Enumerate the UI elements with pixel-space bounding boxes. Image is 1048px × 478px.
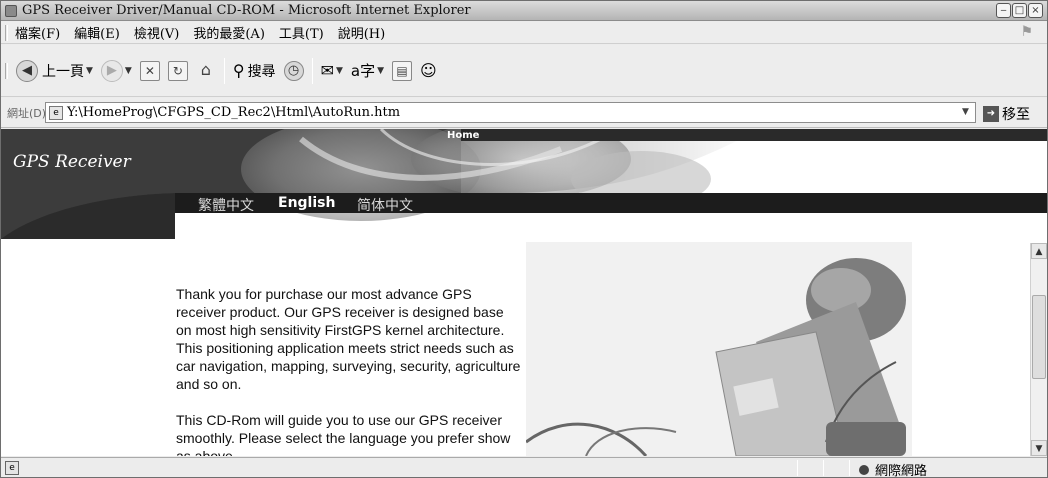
toolbar-grip[interactable] (5, 62, 8, 79)
history-button[interactable]: ◷ (283, 60, 304, 81)
address-value: Y:\HomeProg\CFGPS_CD_Rec2\Html\AutoRun.h… (67, 105, 401, 120)
scroll-down-icon[interactable]: ▼ (1031, 440, 1047, 456)
status-separator (849, 460, 850, 476)
banner-graphic (1, 129, 1047, 239)
home-icon: ⌂ (200, 59, 211, 79)
standard-toolbar: ◀ 上一頁 ▼ ▶ ▼ ✕ ↻ ⌂ ⚲ 搜尋 ◷ ✉ ▼ a字 ▼ ▤ ☺ (1, 45, 1047, 97)
internet-zone-icon (859, 464, 869, 475)
menu-tools[interactable]: 工具(T) (272, 23, 331, 42)
scrollbar-thumb[interactable] (1032, 295, 1046, 379)
window-controls: ‒ □ × (996, 3, 1043, 18)
window-title: GPS Receiver Driver/Manual CD-ROM - Micr… (22, 3, 471, 18)
maximize-button[interactable]: □ (1012, 3, 1027, 18)
go-button[interactable]: ➜ 移至 (983, 104, 1030, 124)
address-bar: 網址(D) e Y:\HomeProg\CFGPS_CD_Rec2\Html\A… (1, 98, 1047, 128)
zone-label: 網際網路 (875, 464, 928, 478)
toolbar-separator (223, 57, 225, 84)
stop-button[interactable]: ✕ (139, 60, 160, 81)
forward-button[interactable]: ▶ ▼ (100, 59, 132, 82)
back-label: 上一頁 (42, 63, 84, 80)
lang-simplified-chinese[interactable]: 简体中文 (357, 195, 413, 215)
chevron-down-icon: ▼ (377, 65, 385, 76)
address-input[interactable]: e Y:\HomeProg\CFGPS_CD_Rec2\Html\AutoRun… (45, 102, 976, 123)
scroll-up-icon[interactable]: ▲ (1031, 243, 1047, 259)
home-bar (461, 129, 1047, 141)
toolbar-separator (311, 57, 313, 84)
left-column (1, 239, 174, 456)
home-button[interactable]: ⌂ (196, 59, 216, 81)
search-button[interactable]: ⚲ 搜尋 (233, 61, 276, 81)
print-icon: ▤ (392, 60, 413, 81)
ie-icon (5, 4, 17, 17)
address-label: 網址(D) (7, 106, 47, 120)
close-button[interactable]: × (1028, 3, 1043, 18)
site-title: GPS Receiver (13, 152, 131, 172)
messenger-button[interactable]: ☺ (420, 61, 437, 80)
chevron-down-icon: ▼ (335, 65, 343, 76)
search-icon: ⚲ (232, 61, 245, 80)
messenger-icon: ☺ (420, 61, 437, 80)
site-banner: Home GPS Receiver 繁體中文 English 简体中文 (1, 129, 1047, 239)
intro-text: Thank you for purchase our most advance … (176, 285, 521, 456)
security-zone: 網際網路 (859, 460, 928, 478)
vertical-scrollbar[interactable]: ▲ ▼ (1030, 243, 1047, 456)
text-size-icon: a字 (350, 62, 376, 80)
chevron-down-icon: ▼ (124, 65, 132, 76)
menu-bar: 檔案(F) 編輯(E) 檢視(V) 我的最愛(A) 工具(T) 說明(H) ⚑ (1, 22, 1047, 44)
page-status-icon: e (5, 460, 19, 475)
go-label: 移至 (1002, 107, 1030, 123)
lang-traditional-chinese[interactable]: 繁體中文 (198, 195, 254, 215)
menu-edit[interactable]: 編輯(E) (67, 23, 127, 42)
home-link[interactable]: Home (447, 130, 479, 141)
go-arrow-icon: ➜ (983, 106, 999, 122)
menu-file[interactable]: 檔案(F) (8, 23, 67, 42)
back-button[interactable]: ◀ 上一頁 ▼ (16, 59, 93, 82)
menu-view[interactable]: 檢視(V) (127, 23, 187, 42)
browser-window: GPS Receiver Driver/Manual CD-ROM - Micr… (0, 0, 1048, 478)
gps-product-photo (525, 242, 912, 456)
chevron-down-icon: ▼ (86, 65, 93, 76)
status-bar: e 網際網路 (1, 457, 1047, 477)
refresh-button[interactable]: ↻ (167, 60, 188, 81)
mail-icon: ✉ (320, 61, 334, 80)
forward-icon: ▶ (100, 59, 123, 82)
minimize-button[interactable]: ‒ (996, 3, 1011, 18)
status-separator (797, 460, 798, 476)
chevron-down-icon[interactable]: ▼ (958, 105, 973, 120)
page-icon: e (49, 105, 63, 120)
page-content: Home GPS Receiver 繁體中文 English 简体中文 Than… (1, 129, 1047, 456)
back-icon: ◀ (16, 59, 38, 82)
history-icon: ◷ (283, 60, 304, 81)
search-label: 搜尋 (247, 63, 276, 80)
intro-paragraph: Thank you for purchase our most advance … (176, 286, 521, 392)
text-size-button[interactable]: a字 ▼ (351, 60, 384, 81)
status-separator (823, 460, 824, 476)
print-button[interactable]: ▤ (392, 60, 413, 81)
menu-help[interactable]: 說明(H) (331, 23, 392, 42)
menu-favorites[interactable]: 我的最愛(A) (186, 23, 272, 42)
refresh-icon: ↻ (167, 60, 188, 81)
gps-device-illustration (525, 242, 912, 456)
stop-icon: ✕ (139, 60, 160, 81)
mail-button[interactable]: ✉ ▼ (321, 61, 343, 80)
windows-logo-icon: ⚑ (1020, 24, 1033, 40)
title-bar[interactable]: GPS Receiver Driver/Manual CD-ROM - Micr… (1, 1, 1047, 21)
guide-paragraph: This CD-Rom will guide you to use our GP… (176, 412, 511, 456)
lang-english[interactable]: English (278, 195, 335, 211)
